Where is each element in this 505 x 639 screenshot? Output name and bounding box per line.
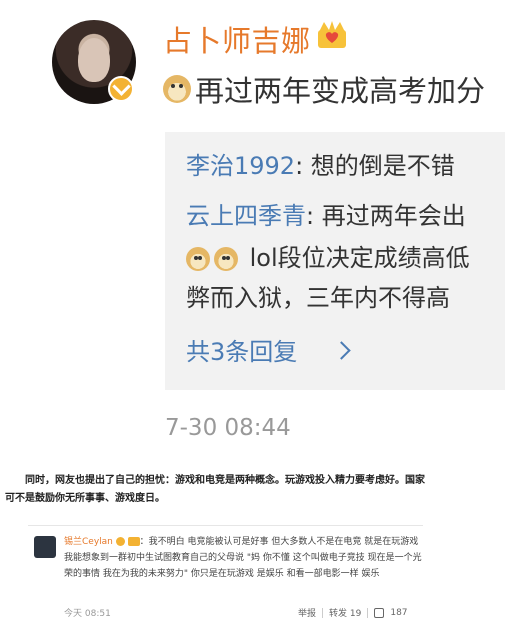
crown-icon <box>318 21 346 48</box>
more-replies-link[interactable]: 共3条回复 <box>186 332 297 367</box>
reply-preview-box[interactable]: 李治1992: 想的倒是不错 云上四季青: 再过两年会出 lol段位决定成绩高低… <box>165 132 505 390</box>
reply-text: lol段位决定成绩高低 <box>249 244 470 272</box>
mini-username[interactable]: 锡兰Ceylan <box>64 537 113 547</box>
verified-badge-icon <box>108 76 134 102</box>
reply-text: 弊而入狱，三年内不得高 <box>186 284 450 312</box>
reply-item: 李治1992: 想的倒是不错 <box>186 146 455 181</box>
reply-item: 弊而入狱，三年内不得高 <box>186 278 450 313</box>
embedded-comment: 锡兰Ceylan ：我不明白 电竞能被认可是好事 但大多数人不是在电竞 就是在玩… <box>28 525 423 626</box>
divider <box>367 607 369 618</box>
mini-actions: 举报 转发 19 187 <box>298 606 408 619</box>
caption-text: 同时，网友也提出了自己的担忧：游戏和电竞是两种概念。玩游戏投入精力要考虑好。国家… <box>5 475 425 504</box>
report-button[interactable]: 举报 <box>298 606 316 619</box>
doge-emoji-icon <box>163 75 191 103</box>
comment-text-content: 再过两年变成高考加分 <box>195 74 486 108</box>
comment-username[interactable]: 占卜师吉娜 <box>163 18 311 60</box>
verified-icon <box>115 537 125 546</box>
comment-timestamp: 7-30 08:44 <box>165 415 291 441</box>
divider <box>322 607 324 618</box>
mini-comment-body: 锡兰Ceylan ：我不明白 电竞能被认可是好事 但大多数人不是在电竞 就是在玩… <box>64 534 424 582</box>
like-icon[interactable] <box>374 607 385 618</box>
reply-item: 云上四季青: 再过两年会出 <box>186 196 466 231</box>
forward-button[interactable]: 转发 19 <box>329 606 361 619</box>
like-count[interactable]: 187 <box>390 608 407 618</box>
reply-username[interactable]: 李治1992 <box>186 152 295 180</box>
mini-avatar[interactable] <box>34 536 56 558</box>
mini-timestamp: 今天 08:51 <box>64 609 111 619</box>
avatar-face <box>78 38 110 82</box>
doge-emoji-icon <box>214 247 238 271</box>
article-caption: 同时，网友也提出了自己的担忧：游戏和电竞是两种概念。玩游戏投入精力要考虑好。国家… <box>5 472 425 508</box>
reply-text: : 再过两年会出 <box>306 202 466 230</box>
reply-text: : 想的倒是不错 <box>295 152 455 180</box>
reply-username[interactable]: 云上四季青 <box>186 202 306 230</box>
comment-text: 再过两年变成高考加分 <box>163 68 485 110</box>
doge-emoji-icon <box>186 247 210 271</box>
chevron-right-icon[interactable] <box>332 341 351 360</box>
crown-icon <box>127 537 140 546</box>
reply-item: lol段位决定成绩高低 <box>186 238 470 273</box>
